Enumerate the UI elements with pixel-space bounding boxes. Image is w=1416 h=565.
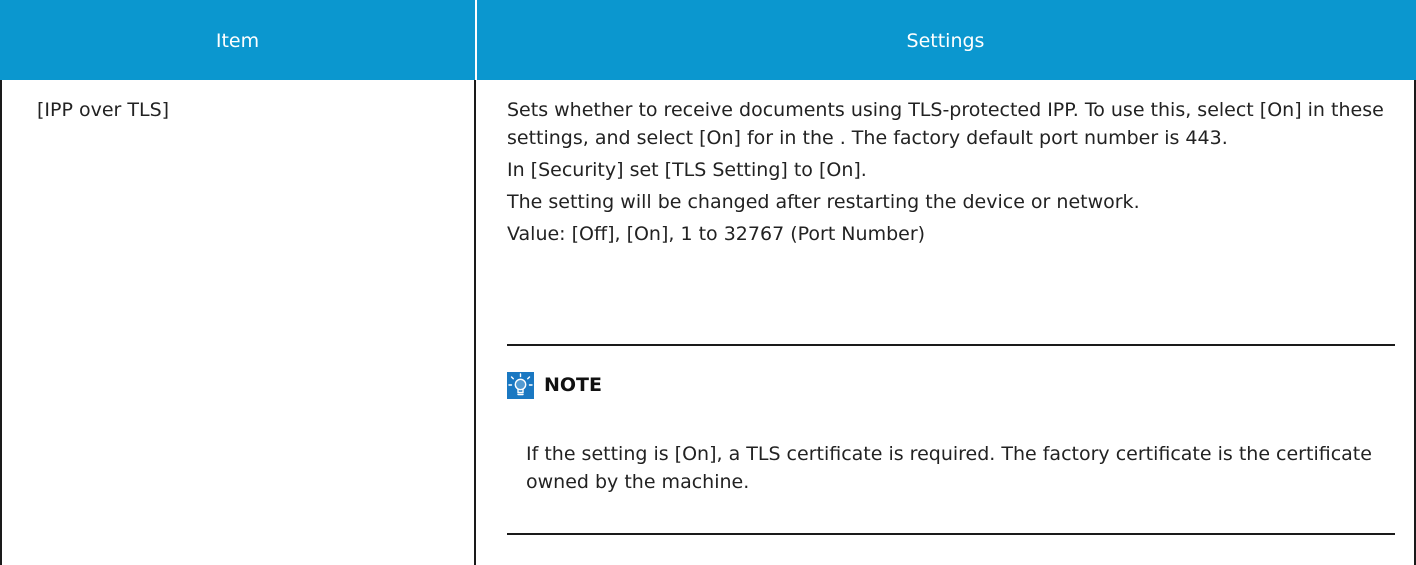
column-header-item: Item [215,30,260,52]
note-title: NOTE [544,374,602,396]
restart-notice-text: The setting will be changed after restar… [507,191,1140,213]
table-header-row: Item Settings [0,0,1416,80]
note-rule-top [507,344,1395,346]
column-divider [474,80,476,565]
item-cell-ipp-over-tls: [IPP over TLS] [37,99,170,121]
note-rule-bottom [507,533,1395,535]
note-text: If the setting is [On], a TLS certificat… [526,443,1372,493]
setting-description: Sets whether to receive documents using … [507,99,1384,149]
lightbulb-icon [507,372,534,399]
settings-cell: Sets whether to receive documents using … [507,96,1397,252]
table-border-left [0,80,2,565]
settings-table: Item Settings [IPP over TLS] Sets whethe… [0,0,1416,565]
column-header-settings: Settings [906,30,985,52]
value-range-text: Value: [Off], [On], 1 to 32767 (Port Num… [507,223,926,245]
security-requirement-text: In [Security] set [TLS Setting] to [On]. [507,159,867,181]
